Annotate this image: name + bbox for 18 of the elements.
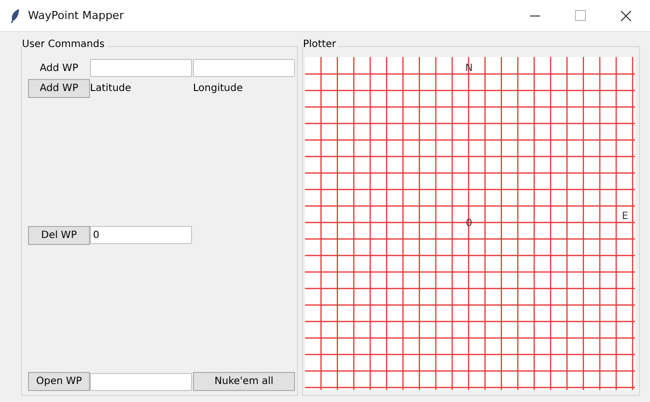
open-wp-button[interactable]: Open WP bbox=[28, 372, 90, 391]
panel-title: User Commands bbox=[22, 39, 107, 50]
east-label: E bbox=[622, 211, 628, 222]
file-field[interactable] bbox=[90, 372, 192, 390]
feather-icon bbox=[10, 8, 20, 22]
del-wp-button[interactable]: Del WP bbox=[28, 226, 90, 244]
close-icon[interactable] bbox=[620, 10, 632, 22]
window-title: WayPoint Mapper bbox=[28, 9, 124, 22]
nuke-all-button[interactable]: Nuke'em all bbox=[193, 372, 295, 391]
waypoint-index-field[interactable]: 0 bbox=[90, 226, 192, 244]
add-wp-button[interactable]: Add WP bbox=[28, 79, 90, 98]
latitude-field[interactable] bbox=[90, 59, 192, 77]
add-wp-label: Add WP bbox=[38, 62, 80, 74]
maximize-icon[interactable] bbox=[575, 10, 586, 21]
panel-title: Plotter bbox=[303, 39, 338, 50]
latitude-label: Latitude bbox=[90, 83, 132, 94]
longitude-label: Longitude bbox=[193, 83, 244, 94]
longitude-field[interactable] bbox=[193, 59, 295, 77]
